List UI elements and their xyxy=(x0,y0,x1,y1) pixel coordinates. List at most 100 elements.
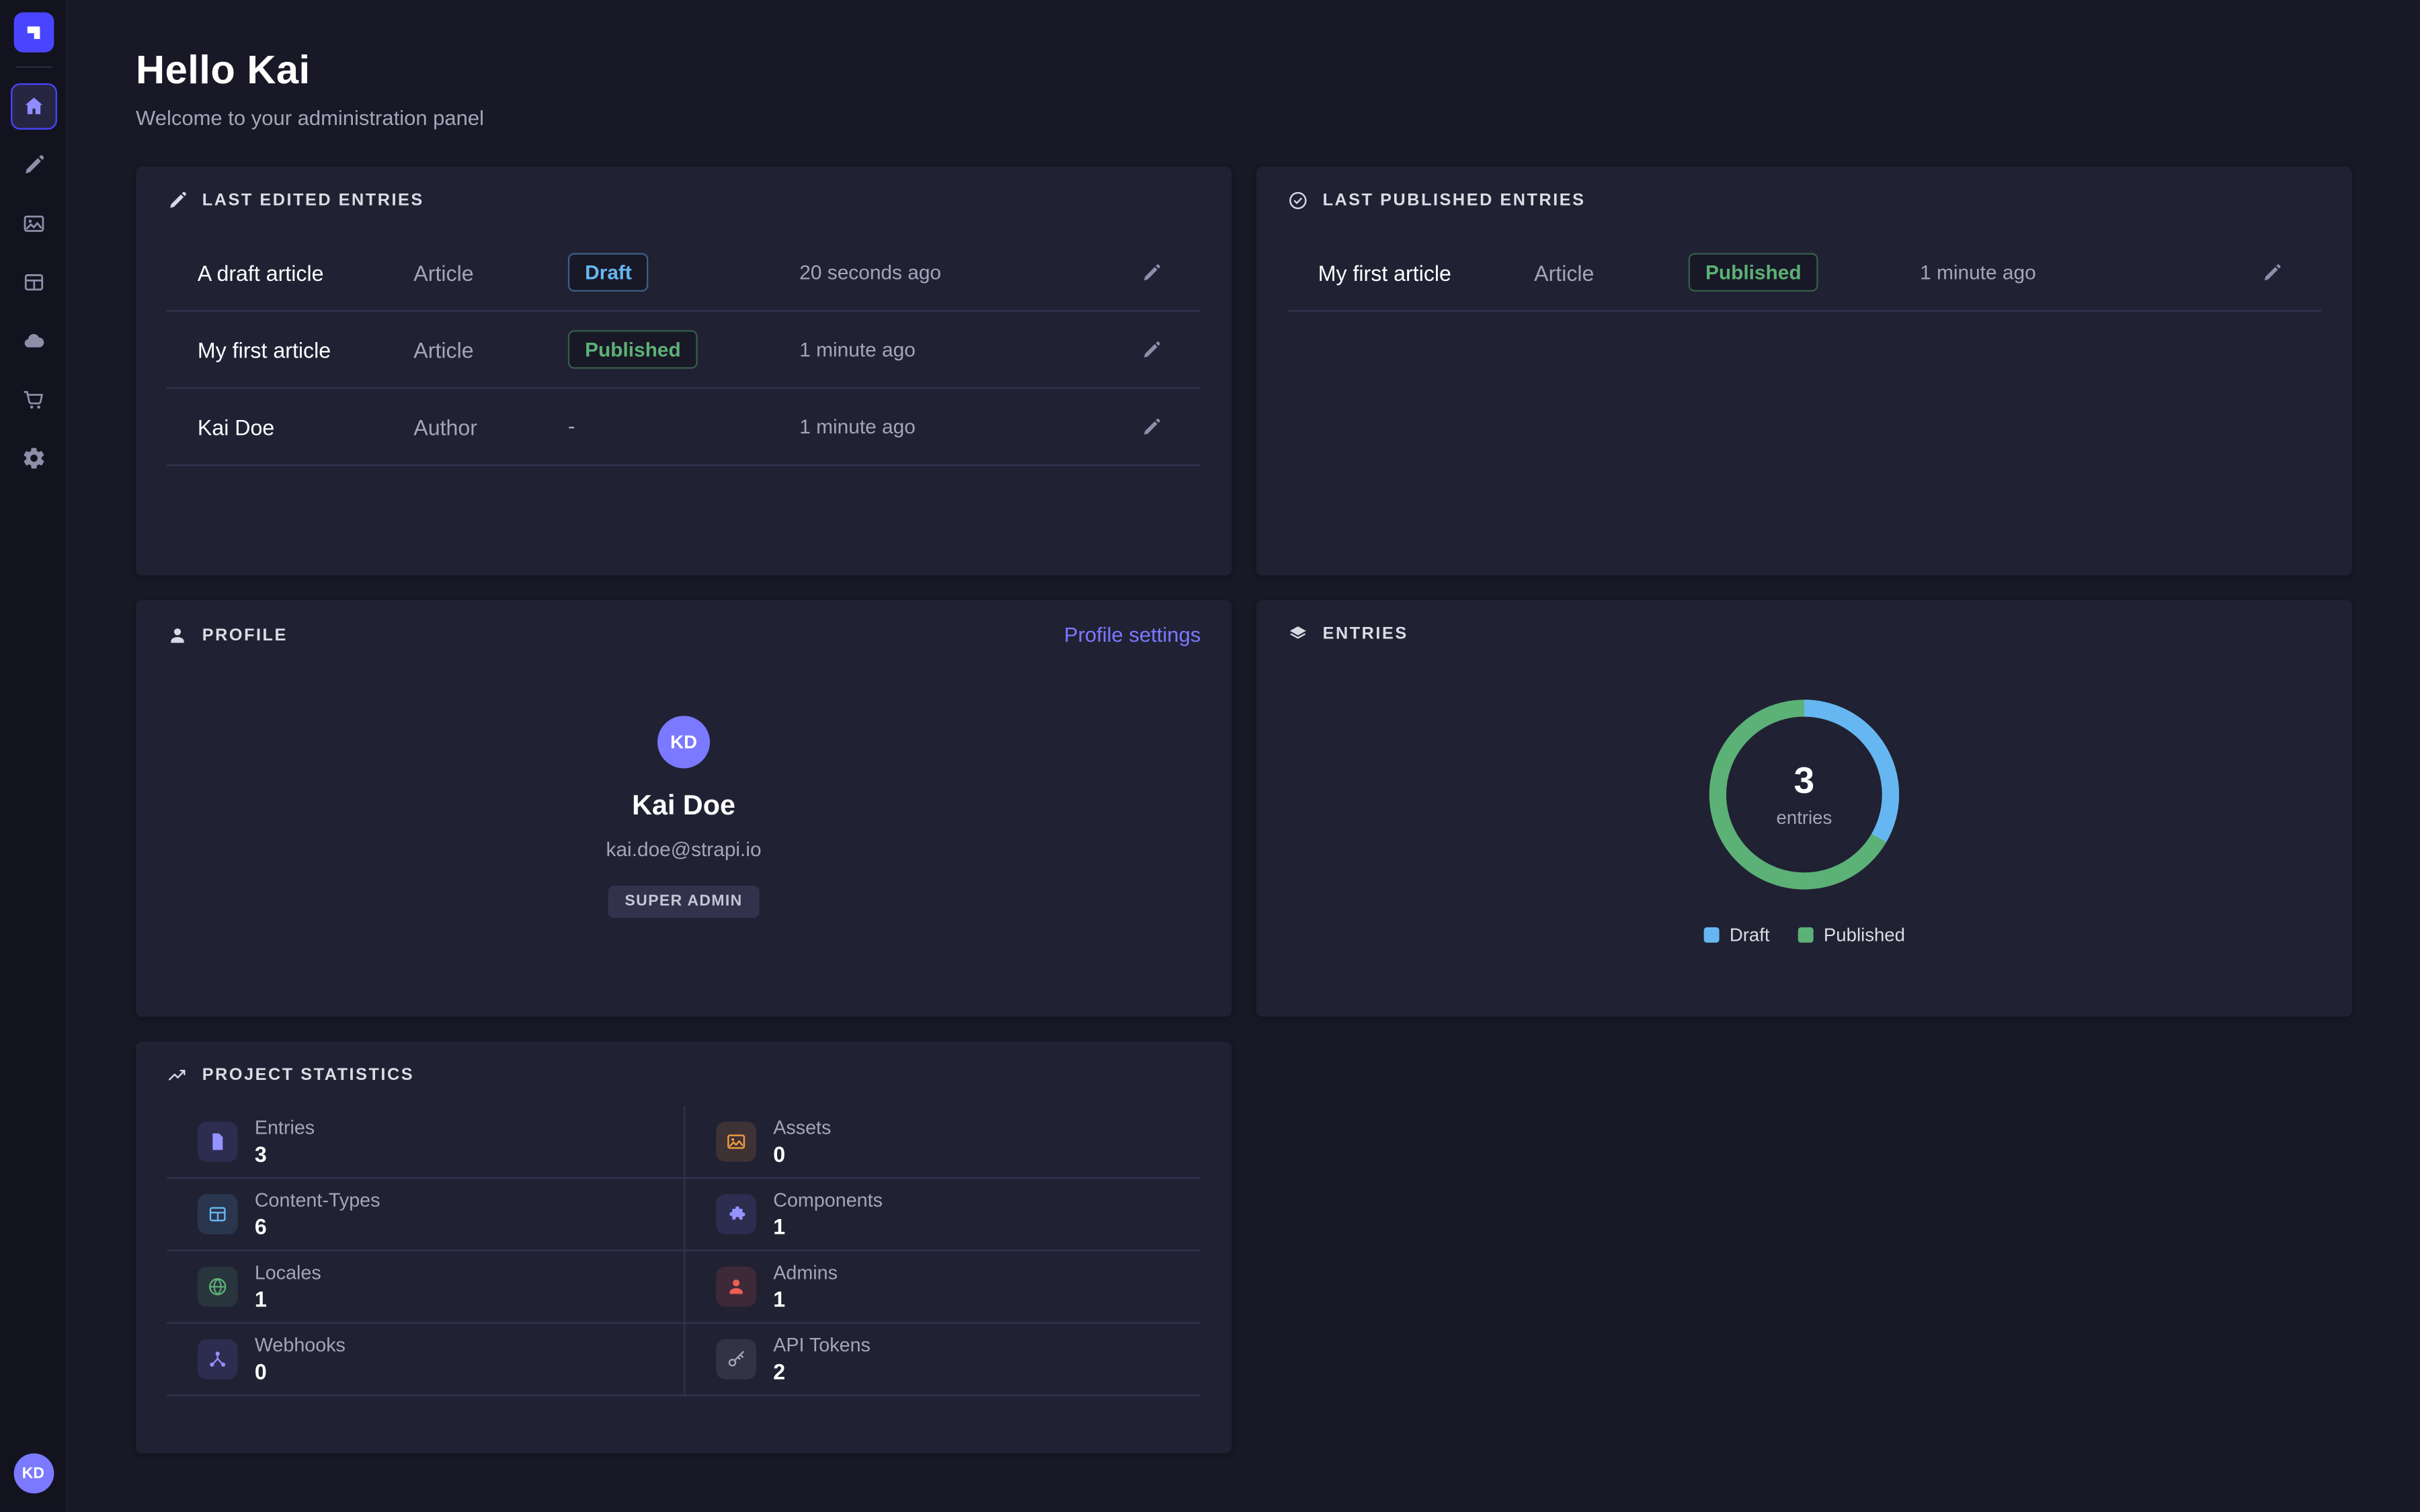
stat-label: Locales xyxy=(255,1262,321,1284)
sidebar: KD xyxy=(0,0,68,1512)
assets-icon xyxy=(716,1122,756,1162)
stat-label: Assets xyxy=(773,1117,831,1138)
content-type-builder-icon xyxy=(21,270,46,295)
profile-settings-link[interactable]: Profile settings xyxy=(1064,624,1201,646)
stat-value: 1 xyxy=(255,1287,321,1312)
legend-item-published: Published xyxy=(1798,924,1905,946)
entry-name: A draft article xyxy=(198,260,413,285)
panel-header: LAST PUBLISHED ENTRIES xyxy=(1256,167,2352,228)
stat-value: 6 xyxy=(255,1214,380,1239)
media-library-icon xyxy=(21,212,46,237)
sidebar-item-settings[interactable] xyxy=(10,435,56,481)
stat-label: Admins xyxy=(773,1262,838,1284)
strapi-logo[interactable] xyxy=(13,12,54,52)
table-row: My first article Article Published 1 min… xyxy=(167,312,1201,389)
entries-count: 3 xyxy=(1794,761,1815,804)
trending-up-icon xyxy=(167,1064,188,1086)
role-badge: SUPER ADMIN xyxy=(608,886,760,918)
entry-name: My first article xyxy=(1318,260,1534,285)
last-published-table: My first article Article Published 1 min… xyxy=(1287,235,2321,312)
entry-type: Author xyxy=(413,414,568,439)
status-badge: Draft xyxy=(568,253,649,292)
edit-entry-button[interactable] xyxy=(1133,408,1170,445)
legend-label: Published xyxy=(1824,924,1905,946)
status-badge: Published xyxy=(568,330,698,368)
stat-cell-entries: Entries 3 xyxy=(167,1106,684,1179)
entries-count-label: entries xyxy=(1777,807,1832,829)
stat-cell-locales: Locales 1 xyxy=(167,1251,684,1324)
pencil-icon xyxy=(2261,261,2282,283)
sidebar-item-marketplace[interactable] xyxy=(10,376,56,423)
locales-icon xyxy=(198,1267,238,1307)
panel-title: PROJECT STATISTICS xyxy=(202,1066,414,1085)
stat-cell-content-types: Content-Types 6 xyxy=(167,1179,684,1251)
user-icon xyxy=(167,624,188,646)
published-swatch xyxy=(1798,927,1813,943)
cloud-icon xyxy=(21,329,46,353)
legend-item-draft: Draft xyxy=(1703,924,1770,946)
page-subtitle: Welcome to your administration panel xyxy=(136,106,2352,129)
panel-title: LAST EDITED ENTRIES xyxy=(202,192,424,210)
sidebar-item-content-manager[interactable] xyxy=(10,142,56,188)
sidebar-item-media-library[interactable] xyxy=(10,200,56,247)
edit-entry-button[interactable] xyxy=(1133,254,1170,291)
entry-time: 20 seconds ago xyxy=(799,261,1133,284)
chart-legend: Draft Published xyxy=(1703,924,1905,946)
stat-label: Webhooks xyxy=(255,1335,346,1356)
stat-value: 3 xyxy=(255,1142,315,1167)
pencil-icon xyxy=(167,190,188,211)
entry-name: My first article xyxy=(198,337,413,362)
edit-entry-button[interactable] xyxy=(1133,331,1170,368)
stat-label: API Tokens xyxy=(773,1335,871,1356)
viewport: KD Hello Kai Welcome to your administrat… xyxy=(0,0,2420,1512)
app-window: KD Hello Kai Welcome to your administrat… xyxy=(0,0,2420,1512)
home-icon xyxy=(21,94,46,119)
sidebar-nav xyxy=(10,83,56,481)
sidebar-divider xyxy=(15,67,52,68)
entry-time: 1 minute ago xyxy=(799,338,1133,361)
stat-cell-api-tokens: API Tokens 2 xyxy=(684,1324,1201,1396)
profile-email: kai.doe@strapi.io xyxy=(606,838,762,861)
strapi-logo-icon xyxy=(22,21,44,44)
layers-icon xyxy=(1287,624,1309,645)
table-row: Kai Doe Author - 1 minute ago xyxy=(167,389,1201,466)
admins-icon xyxy=(716,1267,756,1307)
panel-header: PROFILE Profile settings xyxy=(136,600,1232,663)
sidebar-item-cloud[interactable] xyxy=(10,318,56,364)
status-empty: - xyxy=(568,413,575,437)
sidebar-item-home[interactable] xyxy=(10,83,56,130)
entry-name: Kai Doe xyxy=(198,414,413,439)
panel-header: LAST EDITED ENTRIES xyxy=(136,167,1232,228)
entry-type: Article xyxy=(413,337,568,362)
stat-value: 0 xyxy=(255,1359,346,1384)
last-published-entries-panel: LAST PUBLISHED ENTRIES My first article … xyxy=(1256,167,2352,575)
user-avatar[interactable]: KD xyxy=(13,1454,54,1494)
entries-panel: ENTRIES 3 entries xyxy=(1256,600,2352,1017)
stat-label: Content-Types xyxy=(255,1189,380,1211)
profile-panel: PROFILE Profile settings KD Kai Doe kai.… xyxy=(136,600,1232,1017)
stat-label: Entries xyxy=(255,1117,315,1138)
panel-header: ENTRIES xyxy=(1256,600,2352,662)
panel-title: PROFILE xyxy=(202,626,288,644)
avatar: KD xyxy=(657,716,710,768)
stat-value: 1 xyxy=(773,1287,838,1312)
webhooks-icon xyxy=(198,1339,238,1380)
entries-body: 3 entries Draft Published xyxy=(1256,662,2352,946)
stat-value: 1 xyxy=(773,1214,883,1239)
pencil-icon xyxy=(1141,261,1162,283)
entry-time: 1 minute ago xyxy=(1920,261,2253,284)
stat-cell-assets: Assets0 xyxy=(684,1106,1201,1179)
stat-value: 2 xyxy=(773,1359,871,1384)
edit-entry-button[interactable] xyxy=(2253,254,2290,291)
settings-icon xyxy=(21,446,46,471)
check-circle-icon xyxy=(1287,190,1309,211)
sidebar-item-content-type-builder[interactable] xyxy=(10,259,56,306)
panel-title: ENTRIES xyxy=(1323,625,1408,644)
stat-label: Components xyxy=(773,1189,883,1211)
donut-center: 3 entries xyxy=(1696,687,1912,902)
page-title: Hello Kai xyxy=(136,46,2352,94)
marketplace-icon xyxy=(21,387,46,412)
status-badge: Published xyxy=(1689,253,1818,292)
entry-type: Article xyxy=(1534,260,1689,285)
stats-table: Entries3 Assets0 Content-Types6 Componen… xyxy=(167,1106,1201,1396)
